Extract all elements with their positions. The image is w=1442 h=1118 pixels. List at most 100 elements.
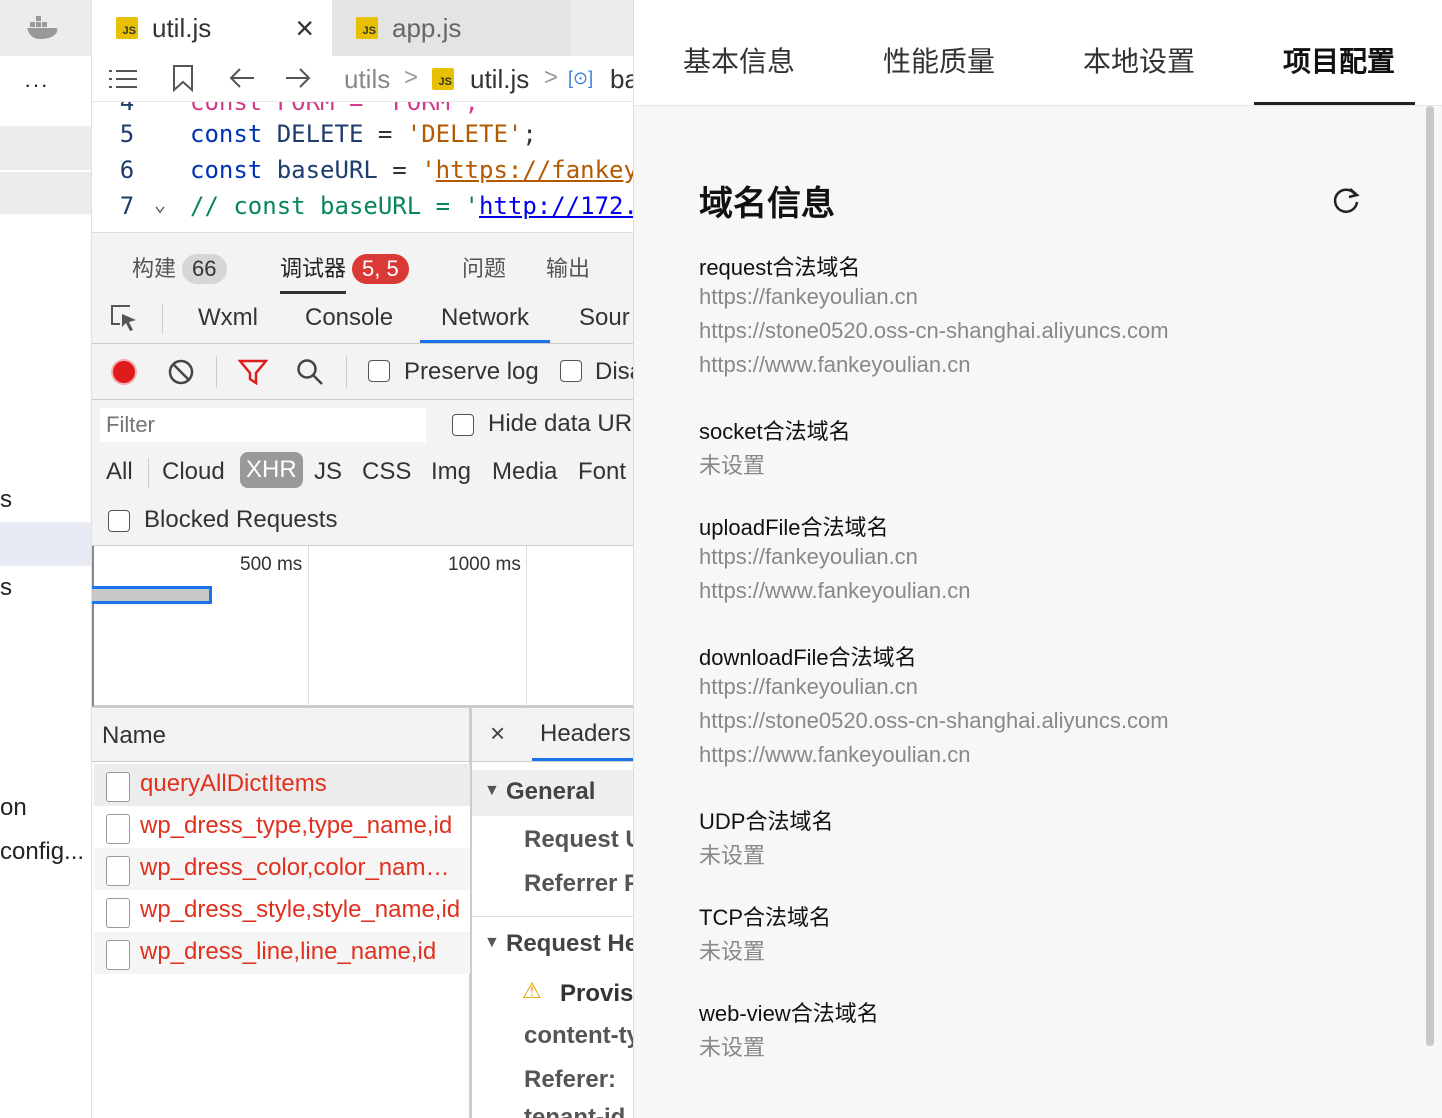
request-row[interactable]: wp_dress_type,type_name,id (94, 806, 470, 848)
detail-tab-bar: × Headers (472, 708, 633, 762)
docker-icon[interactable] (26, 14, 60, 40)
filter-input[interactable] (100, 408, 426, 442)
domain-value: 未设置 (699, 843, 766, 868)
tab-console[interactable]: Console (305, 304, 393, 332)
tab-project-config[interactable]: 项目配置 (1283, 40, 1395, 80)
request-row[interactable]: queryAllDictItems (94, 764, 470, 806)
refresh-icon[interactable] (1330, 184, 1362, 216)
preserve-log-checkbox[interactable] (368, 360, 390, 382)
preserve-log-label: Preserve log (404, 358, 539, 385)
timeline-tick-label: 1000 ms (448, 554, 521, 575)
file-icon (106, 898, 130, 928)
network-timeline[interactable]: 500 ms 1000 ms (92, 546, 633, 708)
type-filter-js[interactable]: JS (314, 458, 342, 486)
code-editor[interactable]: 4 const FORM = 'FORM'; 5 const DELETE = … (92, 102, 633, 232)
sidebar-item-label: config... (0, 838, 85, 865)
sidebar-item-label: s (0, 574, 12, 601)
request-row[interactable]: wp_dress_color,color_nam… (94, 848, 470, 890)
request-detail-pane: × Headers ▼ General Request U Referrer F… (472, 708, 633, 1118)
error-badge: 5, 5 (352, 254, 409, 284)
type-filter-media[interactable]: Media (492, 458, 557, 486)
list-icon[interactable] (108, 68, 138, 90)
request-row[interactable]: wp_dress_style,style_name,id (94, 890, 470, 932)
type-filter-css[interactable]: CSS (362, 458, 411, 486)
tab-network[interactable]: Network (441, 304, 529, 332)
search-icon[interactable] (296, 358, 324, 386)
close-icon[interactable]: × (295, 10, 314, 47)
type-filter-all[interactable]: All (106, 458, 133, 486)
javascript-file-icon: JS (356, 17, 378, 39)
blocked-requests-label: Blocked Requests (144, 506, 338, 533)
tab-output[interactable]: 输出 (546, 251, 590, 283)
symbol-variable-icon: [⊙] (568, 68, 594, 88)
domain-value: https://fankeyoulian.cn (699, 284, 918, 309)
record-icon[interactable] (110, 358, 138, 386)
more-menu-icon[interactable]: ··· (24, 72, 49, 98)
sidebar-topbar (0, 0, 91, 56)
domain-value: https://www.fankeyoulian.cn (699, 578, 971, 603)
tab-util-js[interactable]: JS util.js × (92, 0, 332, 56)
scrollbar[interactable] (1426, 106, 1434, 1046)
domain-value: 未设置 (699, 1035, 766, 1060)
editor-tab-bar: JS util.js × JS app.js (92, 0, 633, 56)
tab-debugger[interactable]: 调试器 5, 5 (280, 251, 409, 284)
type-filter-img[interactable]: Img (431, 458, 471, 486)
tab-basic-info[interactable]: 基本信息 (683, 40, 795, 80)
bookmark-icon[interactable] (172, 64, 194, 92)
tab-headers[interactable]: Headers (540, 720, 631, 748)
tab-app-js[interactable]: JS app.js (332, 0, 570, 56)
timeline-bar (92, 586, 212, 604)
divider (148, 458, 149, 488)
active-tab-underline (1254, 102, 1415, 105)
sidebar-item-label: on (0, 794, 27, 821)
timeline-gridline (526, 546, 527, 706)
fold-chevron-icon[interactable]: ⌄ (154, 192, 166, 216)
sidebar-row-selected[interactable] (0, 522, 91, 566)
hide-data-urls-checkbox[interactable] (452, 414, 474, 436)
content-type-key: content-ty (524, 1022, 633, 1049)
sidebar-row[interactable] (0, 126, 91, 170)
provisional-headers-warning: Provis (560, 980, 633, 1007)
breadcrumb-folder[interactable]: utils (344, 64, 390, 95)
request-headers-section-header[interactable]: ▼ Request He (472, 922, 633, 966)
tab-issues[interactable]: 问题 (462, 251, 506, 283)
tab-wxml[interactable]: Wxml (198, 304, 258, 332)
element-picker-icon[interactable] (110, 304, 140, 334)
domain-group-label: socket合法域名 (699, 419, 851, 444)
back-arrow-icon[interactable] (228, 66, 256, 90)
disable-cache-checkbox[interactable] (560, 360, 582, 382)
name-column-header[interactable]: Name (92, 708, 469, 762)
devtools-panel-tabs: Wxml Console Network Sour (92, 294, 633, 344)
domain-group-label: downloadFile合法域名 (699, 645, 917, 670)
warning-icon: ⚠ (522, 978, 542, 1003)
tab-performance[interactable]: 性能质量 (883, 40, 995, 80)
triangle-down-icon: ▼ (484, 934, 500, 951)
type-filter-cloud[interactable]: Cloud (162, 458, 225, 486)
breadcrumb-file[interactable]: util.js (470, 64, 529, 95)
domain-group-label: UDP合法域名 (699, 809, 834, 834)
count-badge: 66 (182, 254, 227, 284)
domain-value: https://stone0520.oss-cn-shanghai.aliyun… (699, 318, 1169, 343)
file-icon (106, 814, 130, 844)
tenant-id-key: tenant-id (524, 1104, 626, 1118)
tab-label: util.js (152, 12, 212, 43)
tab-build[interactable]: 构建 66 (132, 251, 227, 284)
clear-icon[interactable] (168, 359, 194, 385)
filter-icon[interactable] (238, 359, 268, 385)
general-section-header[interactable]: ▼ General (472, 770, 633, 816)
type-filter-font[interactable]: Font (578, 458, 626, 486)
file-icon (106, 856, 130, 886)
forward-arrow-icon[interactable] (284, 66, 312, 90)
blocked-requests-checkbox[interactable] (108, 510, 130, 532)
type-filter-xhr[interactable]: XHR (240, 452, 303, 488)
javascript-file-icon: JS (116, 17, 138, 39)
request-url-key: Request U (524, 826, 633, 853)
tab-sources[interactable]: Sour (579, 304, 630, 332)
sidebar-row[interactable] (0, 172, 91, 214)
domain-value: https://www.fankeyoulian.cn (699, 742, 971, 767)
close-icon[interactable]: × (490, 718, 505, 749)
breadcrumb-separator: > (404, 64, 419, 91)
domain-group-label: TCP合法域名 (699, 905, 832, 930)
request-row[interactable]: wp_dress_line,line_name,id (94, 932, 470, 974)
tab-local-settings[interactable]: 本地设置 (1083, 40, 1195, 80)
